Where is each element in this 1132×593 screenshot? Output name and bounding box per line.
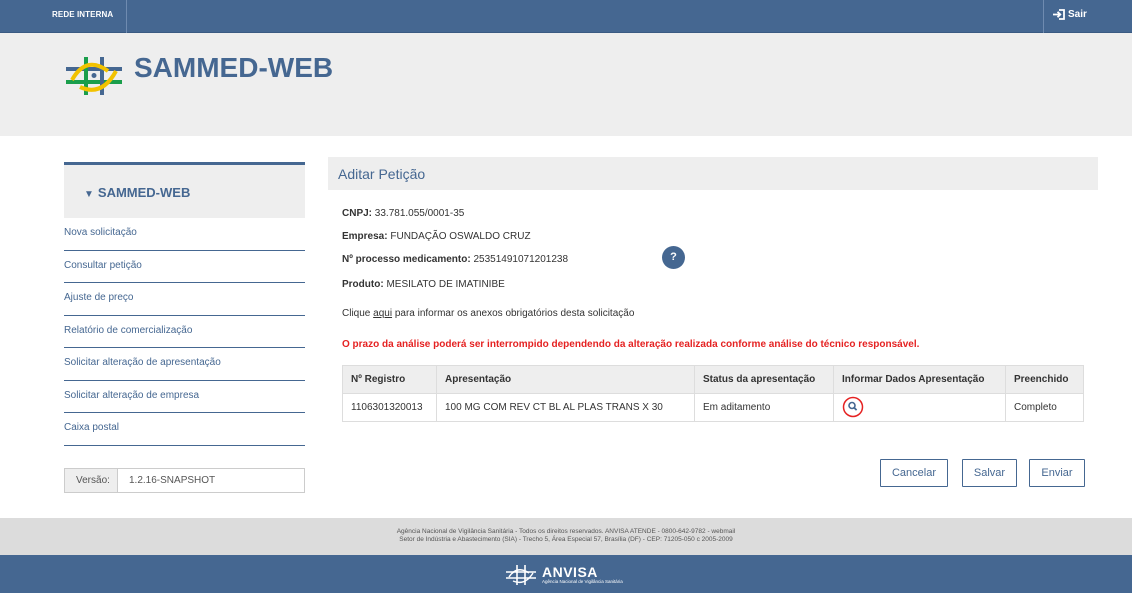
top-bar: REDE INTERNA Sair	[0, 0, 1132, 33]
sammed-logo-icon	[66, 57, 122, 95]
send-button[interactable]: Enviar	[1029, 459, 1085, 487]
sidebar-item-label: Caixa postal	[64, 422, 120, 433]
produto-line: Produto: MESILATO DE IMATINIBE	[342, 279, 505, 290]
table-row: 1106301320013 100 MG COM REV CT BL AL PL…	[342, 393, 1084, 422]
anvisa-logo-icon	[506, 565, 536, 585]
cell-status: Em aditamento	[694, 393, 834, 422]
cancel-button[interactable]: Cancelar	[880, 459, 948, 487]
apresentacao-table: Nº Registro Apresentação Status da apres…	[342, 365, 1084, 422]
cnpj-label: CNPJ:	[342, 208, 373, 219]
cell-apresentacao: 100 MG COM REV CT BL AL PLAS TRANS X 30	[436, 393, 695, 422]
anvisa-tagline: Agência Nacional de Vigilância Sanitária	[542, 578, 623, 584]
footer-line-2: Setor de Indústria e Abastecimento (SIA)…	[399, 536, 733, 543]
anvisa-name: ANVISA	[542, 563, 598, 580]
sidebar-item-label: Consultar petição	[64, 259, 142, 271]
clique-text: Clique	[342, 308, 371, 319]
empresa-line: Empresa: FUNDAÇÃO OSWALDO CRUZ	[342, 231, 531, 242]
warning-message: O prazo da análise poderá ser interrompi…	[342, 339, 920, 350]
sidebar-item-consultar-peticao[interactable]: Consultar petição	[64, 251, 305, 283]
col-registro: Nº Registro	[342, 365, 437, 394]
caret-down-icon: ▼	[84, 189, 94, 200]
sidebar: ▼ SAMMED-WEB Nova solicitação Consultar p…	[64, 162, 305, 446]
sidebar-item-nova-solicitacao[interactable]: Nova solicitação	[64, 218, 305, 251]
bottom-bar: ANVISA Agência Nacional de Vigilância Sa…	[0, 555, 1132, 593]
sidebar-title-text: SAMMED-WEB	[97, 185, 191, 200]
app-title: SAMMED-WEB	[134, 52, 334, 83]
main-content: Aditar Petição CNPJ: 33.781.055/0001-35 …	[328, 157, 1098, 487]
produto-label: Produto:	[342, 279, 384, 290]
sidebar-item-alteracao-empresa[interactable]: Solicitar alteração de empresa	[64, 381, 305, 413]
sidebar-item-relatorio-comercializacao[interactable]: Relatório de comercialização	[64, 316, 305, 348]
header: SAMMED-WEB	[0, 33, 1132, 136]
anvisa-logo: ANVISA Agência Nacional de Vigilância Sa…	[506, 564, 623, 586]
col-apresentacao: Apresentação	[436, 365, 695, 394]
logout-button[interactable]: Sair	[1052, 9, 1087, 20]
cell-registro: 1106301320013	[342, 393, 437, 422]
empresa-value: FUNDAÇÃO OSWALDO CRUZ	[390, 231, 531, 242]
col-preenchido: Preenchido	[1005, 365, 1084, 394]
version-value: 1.2.16-SNAPSHOT	[129, 475, 216, 486]
col-status: Status da apresentação	[694, 365, 834, 394]
processo-value: 25351491071201238	[473, 254, 569, 265]
cnpj-value: 33.781.055/0001-35	[374, 208, 465, 219]
search-icon	[842, 396, 864, 418]
page-title: Aditar Petição	[328, 157, 1098, 190]
sidebar-item-label: Ajuste de preço	[64, 292, 134, 303]
topbar-divider	[1043, 0, 1044, 33]
logout-label: Sair	[1068, 9, 1087, 20]
produto-value: MESILATO DE IMATINIBE	[386, 279, 505, 290]
logout-icon	[1053, 9, 1065, 20]
anexos-text: para informar os anexos obrigatórios des…	[394, 308, 635, 319]
cnpj-line: CNPJ: 33.781.055/0001-35	[342, 208, 464, 219]
rede-interna-label: REDE INTERNA	[52, 10, 114, 19]
processo-line: Nº processo medicamento: 253514910712012…	[342, 254, 568, 265]
sidebar-item-label: Solicitar alteração de apresentação	[64, 357, 221, 368]
anexos-link[interactable]: aqui	[373, 308, 392, 319]
sidebar-item-label: Relatório de comercialização	[64, 324, 193, 336]
version-label: Versão:	[65, 469, 118, 492]
sidebar-item-label: Solicitar alteração de empresa	[64, 389, 200, 401]
footer: Agência Nacional de Vigilância Sanitária…	[0, 518, 1132, 555]
col-informar-dados: Informar Dados Apresentação	[833, 365, 1006, 394]
topbar-divider	[126, 0, 127, 33]
processo-label: Nº processo medicamento:	[342, 254, 471, 265]
sidebar-item-ajuste-preco[interactable]: Ajuste de preço	[64, 283, 305, 316]
cell-informar-dados	[833, 393, 1006, 422]
anexos-line: Clique aqui para informar os anexos obri…	[342, 308, 634, 319]
footer-line-1: Agência Nacional de Vigilância Sanitária…	[396, 528, 736, 535]
empresa-label: Empresa:	[342, 231, 388, 242]
help-button[interactable]: ?	[662, 246, 685, 269]
informar-dados-button[interactable]	[842, 396, 864, 418]
sidebar-item-label: Nova solicitação	[64, 227, 137, 238]
table-header-row: Nº Registro Apresentação Status da apres…	[342, 365, 1084, 394]
sidebar-item-caixa-postal[interactable]: Caixa postal	[64, 413, 305, 446]
sidebar-title: ▼ SAMMED-WEB	[84, 185, 190, 200]
sidebar-item-alteracao-apresentacao[interactable]: Solicitar alteração de apresentação	[64, 348, 305, 381]
version-box: Versão: 1.2.16-SNAPSHOT	[64, 468, 305, 493]
save-button[interactable]: Salvar	[962, 459, 1017, 487]
anvisa-text: ANVISA Agência Nacional de Vigilância Sa…	[542, 563, 623, 585]
cell-preenchido: Completo	[1005, 393, 1084, 422]
sidebar-header[interactable]: ▼ SAMMED-WEB	[64, 162, 305, 218]
